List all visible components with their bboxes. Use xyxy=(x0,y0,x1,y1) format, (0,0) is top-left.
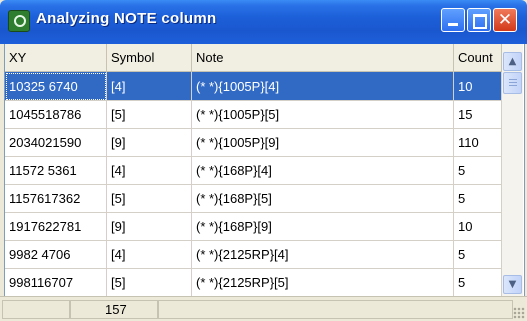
grid-header: XY Symbol Note Count xyxy=(5,44,502,72)
cell-symbol[interactable]: [5] xyxy=(107,184,192,213)
cell-note[interactable]: (* *){2125RP}[4] xyxy=(192,240,454,269)
analysis-window: Analyzing NOTE column ✕ XY Symbol Note C… xyxy=(0,0,527,321)
cell-symbol[interactable]: [4] xyxy=(107,240,192,269)
cell-xy[interactable]: 998116707 xyxy=(5,268,107,297)
table-row[interactable]: 1157617362 [5] (* *){168P}[5] 5 xyxy=(5,184,502,213)
cell-note[interactable]: (* *){2125RP}[5] xyxy=(192,268,454,297)
cell-count[interactable]: 10 xyxy=(454,72,502,101)
column-header-count[interactable]: Count xyxy=(454,44,502,71)
table-row[interactable]: 2034021590 [9] (* *){1005P}[9] 110 xyxy=(5,128,502,157)
cell-count[interactable]: 5 xyxy=(454,268,502,297)
column-header-note[interactable]: Note xyxy=(192,44,454,71)
cell-count[interactable]: 15 xyxy=(454,100,502,129)
table-row[interactable]: 1917622781 [9] (* *){168P}[9] 10 xyxy=(5,212,502,241)
status-count: 157 xyxy=(70,300,158,319)
maximize-button[interactable] xyxy=(467,8,491,32)
cell-symbol[interactable]: [9] xyxy=(107,212,192,241)
results-grid[interactable]: XY Symbol Note Count 10325 6740 [4] (* *){… xyxy=(4,44,525,297)
cell-symbol[interactable]: [4] xyxy=(107,72,192,101)
status-bar: 157 xyxy=(0,296,527,321)
column-header-xy[interactable]: XY xyxy=(5,44,107,71)
minimize-button[interactable] xyxy=(441,8,465,32)
chevron-down-icon: ▼ xyxy=(508,279,517,290)
cell-note[interactable]: (* *){1005P}[4] xyxy=(192,72,454,101)
cell-count[interactable]: 5 xyxy=(454,156,502,185)
cell-note[interactable]: (* *){168P}[5] xyxy=(192,184,454,213)
cell-note[interactable]: (* *){168P}[9] xyxy=(192,212,454,241)
cell-symbol[interactable]: [4] xyxy=(107,156,192,185)
cell-note[interactable]: (* *){1005P}[5] xyxy=(192,100,454,129)
resize-grip-icon[interactable] xyxy=(513,307,525,319)
table-row[interactable]: 998116707 [5] (* *){2125RP}[5] 5 xyxy=(5,268,502,297)
vertical-scrollbar[interactable]: ▲ ▼ xyxy=(502,44,523,296)
cell-xy[interactable]: 2034021590 xyxy=(5,128,107,157)
cell-count[interactable]: 5 xyxy=(454,184,502,213)
status-panel-message xyxy=(158,300,513,319)
table-row[interactable]: 9982 4706 [4] (* *){2125RP}[4] 5 xyxy=(5,240,502,269)
cell-symbol[interactable]: [5] xyxy=(107,100,192,129)
cell-note[interactable]: (* *){1005P}[9] xyxy=(192,128,454,157)
close-button[interactable]: ✕ xyxy=(493,8,517,32)
cell-note[interactable]: (* *){168P}[4] xyxy=(192,156,454,185)
cell-count[interactable]: 110 xyxy=(454,128,502,157)
close-icon: ✕ xyxy=(497,10,513,30)
title-bar[interactable]: Analyzing NOTE column ✕ xyxy=(0,0,527,44)
table-row[interactable]: 11572 5361 [4] (* *){168P}[4] 5 xyxy=(5,156,502,185)
scroll-down-button[interactable]: ▼ xyxy=(503,275,522,294)
scroll-thumb[interactable] xyxy=(503,72,522,94)
cell-xy[interactable]: 9982 4706 xyxy=(5,240,107,269)
cell-xy[interactable]: 1045518786 xyxy=(5,100,107,129)
scroll-up-button[interactable]: ▲ xyxy=(503,52,522,71)
cell-xy[interactable]: 10325 6740 xyxy=(5,72,107,101)
cell-count[interactable]: 5 xyxy=(454,240,502,269)
cell-xy[interactable]: 11572 5361 xyxy=(5,156,107,185)
cell-xy[interactable]: 1917622781 xyxy=(5,212,107,241)
cell-symbol[interactable]: [5] xyxy=(107,268,192,297)
cell-count[interactable]: 10 xyxy=(454,212,502,241)
table-row[interactable]: 1045518786 [5] (* *){1005P}[5] 15 xyxy=(5,100,502,129)
table-row[interactable]: 10325 6740 [4] (* *){1005P}[4] 10 xyxy=(5,72,502,101)
column-header-symbol[interactable]: Symbol xyxy=(107,44,192,71)
chevron-up-icon: ▲ xyxy=(508,56,517,67)
status-panel-empty xyxy=(2,300,70,319)
cell-xy[interactable]: 1157617362 xyxy=(5,184,107,213)
app-icon xyxy=(8,10,30,32)
window-title: Analyzing NOTE column xyxy=(36,10,217,27)
cell-symbol[interactable]: [9] xyxy=(107,128,192,157)
